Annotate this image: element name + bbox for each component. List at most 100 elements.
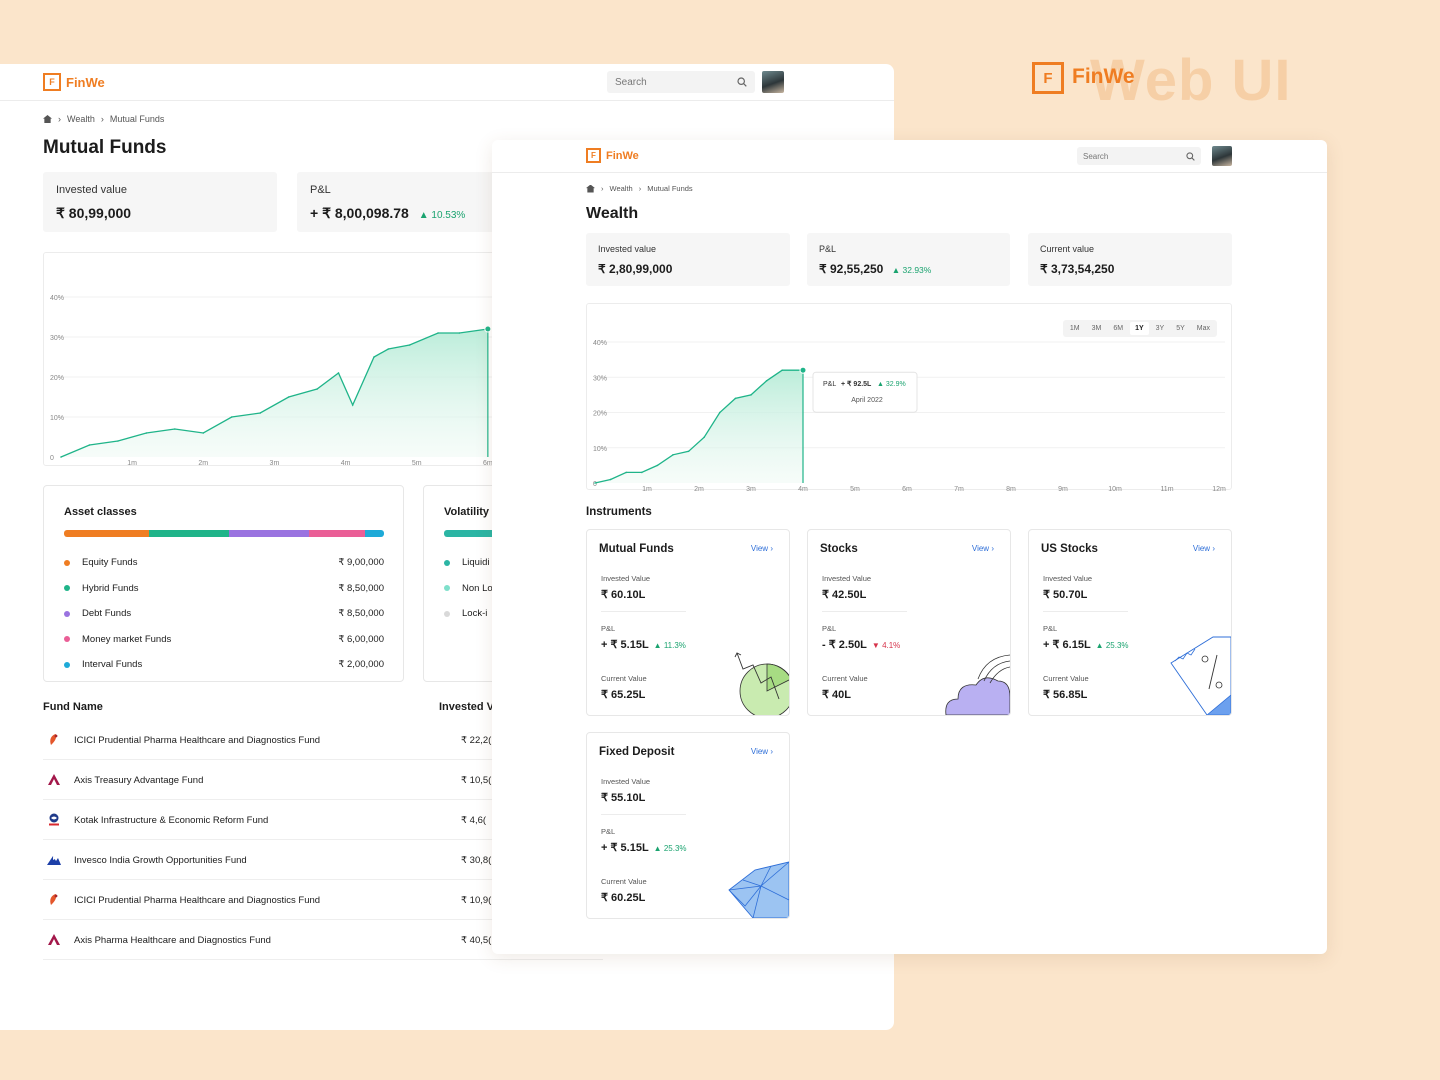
data-point xyxy=(719,411,721,414)
app-logo[interactable]: F FinWe xyxy=(43,73,105,91)
instrument-name: US Stocks xyxy=(1041,543,1098,555)
app-name: FinWe xyxy=(66,74,105,90)
y-tick-label: 10% xyxy=(593,446,607,453)
breadcrumb-item-mutual-funds[interactable]: Mutual Funds xyxy=(647,184,692,193)
finwe-logo-icon: F xyxy=(1032,62,1064,94)
asset-class-value: ₹ 6,00,000 xyxy=(338,633,384,645)
pl-label: P&L xyxy=(601,624,616,633)
divider xyxy=(601,611,686,612)
instrument-card-fixed-deposit[interactable]: Fixed Deposit View › Invested Value ₹ 55… xyxy=(586,732,790,919)
pl-change-value: 25.3% xyxy=(1105,641,1129,650)
x-tick-label: 2m xyxy=(198,460,208,467)
home-icon[interactable] xyxy=(586,184,595,193)
avatar[interactable] xyxy=(762,71,784,93)
x-tick-label: 3m xyxy=(746,486,756,491)
pl-change: ▼ 4.1% xyxy=(872,641,900,650)
fund-name: Axis Treasury Advantage Fund xyxy=(74,775,204,786)
asset-bar-segment xyxy=(365,530,384,537)
brand-tag: Web UI F FinWe xyxy=(1030,50,1350,120)
invested-amount: ₹ 10,9( xyxy=(461,895,492,906)
breadcrumb-item-wealth[interactable]: Wealth xyxy=(67,114,95,124)
pl-change: ▲ 10.53% xyxy=(419,210,466,221)
invested-label: Invested Value xyxy=(1043,574,1093,583)
data-point xyxy=(609,478,612,481)
cloud-illustration-icon xyxy=(945,654,1010,715)
range-option-max[interactable]: Max xyxy=(1192,322,1215,335)
volatility-row: Liquidi xyxy=(444,550,493,576)
breadcrumb-item-mutual-funds[interactable]: Mutual Funds xyxy=(110,114,165,124)
range-option-6m[interactable]: 6M xyxy=(1108,322,1128,335)
data-point xyxy=(625,471,627,474)
column-invested-value[interactable]: Invested V xyxy=(439,701,494,713)
x-tick-label: 8m xyxy=(1006,486,1016,491)
volatility-name: Lock-i xyxy=(462,608,488,620)
legend-dot xyxy=(64,661,70,668)
breadcrumb: › Wealth › Mutual Funds xyxy=(586,184,693,193)
range-option-1m[interactable]: 1M xyxy=(1065,322,1085,335)
search-input[interactable]: Search xyxy=(1077,147,1201,165)
home-icon[interactable] xyxy=(43,115,52,123)
y-tick-label: 40% xyxy=(50,295,64,302)
page-title: Mutual Funds xyxy=(43,137,167,158)
stat-label: Current value xyxy=(1040,244,1095,254)
range-option-3m[interactable]: 3M xyxy=(1087,322,1107,335)
invested-value: ₹ 60.10L xyxy=(601,589,646,601)
legend-dot xyxy=(444,559,450,566)
range-option-3y[interactable]: 3Y xyxy=(1151,322,1170,335)
x-tick-label: 12m xyxy=(1212,486,1226,491)
instrument-card-mutual-funds[interactable]: Mutual Funds View › Invested Value ₹ 60.… xyxy=(586,529,790,716)
data-point xyxy=(88,444,91,446)
area-fill xyxy=(595,370,803,483)
x-tick-label: 6m xyxy=(902,486,912,491)
breadcrumb-item-wealth[interactable]: Wealth xyxy=(610,184,633,193)
view-link[interactable]: View › xyxy=(1193,544,1215,553)
instrument-name: Stocks xyxy=(820,543,858,555)
instrument-name: Fixed Deposit xyxy=(599,746,675,758)
fund-name: ICICI Prudential Pharma Healthcare and D… xyxy=(74,895,321,906)
tooltip-change: ▲ 32.9% xyxy=(877,381,906,388)
y-tick-label: 30% xyxy=(50,335,64,342)
view-link[interactable]: View › xyxy=(751,544,773,553)
avatar[interactable] xyxy=(1212,146,1232,166)
asset-class-row: Interval Funds ₹ 2,00,000 xyxy=(64,652,384,678)
legend-dot xyxy=(64,636,70,643)
range-option-5y[interactable]: 5Y xyxy=(1171,322,1190,335)
tooltip-date: April 2022 xyxy=(851,397,883,404)
stat-value: ₹ 3,73,54,250 xyxy=(1040,262,1115,276)
column-fund-name[interactable]: Fund Name xyxy=(43,701,103,713)
invesco-icon xyxy=(47,853,61,866)
chevron-right-icon: › xyxy=(770,544,773,553)
asset-distribution-bar xyxy=(64,530,384,537)
data-point xyxy=(641,471,643,474)
x-tick-label: 2m xyxy=(694,486,704,491)
pl-label: P&L xyxy=(601,827,616,836)
asset-class-value: ₹ 8,50,000 xyxy=(338,582,384,594)
view-link[interactable]: View › xyxy=(751,747,773,756)
view-link[interactable]: View › xyxy=(972,544,994,553)
invested-value-card: Invested value ₹ 2,80,99,000 xyxy=(586,233,790,286)
data-point xyxy=(656,464,659,467)
marker-point[interactable] xyxy=(799,366,807,374)
pl-card: P&L ₹ 92,55,250 ▲ 32.93% xyxy=(807,233,1010,286)
asset-class-row: Money market Funds ₹ 6,00,000 xyxy=(64,627,384,653)
view-label: View xyxy=(750,747,769,756)
stat-value: ₹ 80,99,000 xyxy=(56,205,132,221)
app-logo[interactable]: F FinWe xyxy=(586,148,639,163)
arrow-down-icon: ▼ xyxy=(871,641,880,650)
range-option-1y[interactable]: 1Y xyxy=(1130,322,1149,335)
instrument-card-stocks[interactable]: Stocks View › Invested Value ₹ 42.50L P&… xyxy=(807,529,1011,716)
y-tick-label: 10% xyxy=(50,415,64,422)
instrument-card-us-stocks[interactable]: US Stocks View › Invested Value ₹ 50.70L… xyxy=(1028,529,1232,716)
current-value-card: Current value ₹ 3,73,54,250 xyxy=(1028,233,1232,286)
chevron-right-icon: › xyxy=(991,544,994,553)
volatility-name: Liquidi xyxy=(462,557,490,569)
x-tick-label: 1m xyxy=(642,486,652,491)
legend-dot xyxy=(444,585,450,592)
pl-amount: + ₹ 8,00,098.78 xyxy=(310,205,409,221)
pl-amount: + ₹ 6.15L xyxy=(1043,639,1091,651)
app-name: FinWe xyxy=(606,149,639,162)
fund-name: Kotak Infrastructure & Economic Reform F… xyxy=(74,815,269,826)
search-input[interactable]: Search xyxy=(607,71,755,93)
instruments-title: Instruments xyxy=(586,506,652,518)
marker-point[interactable] xyxy=(484,325,492,333)
